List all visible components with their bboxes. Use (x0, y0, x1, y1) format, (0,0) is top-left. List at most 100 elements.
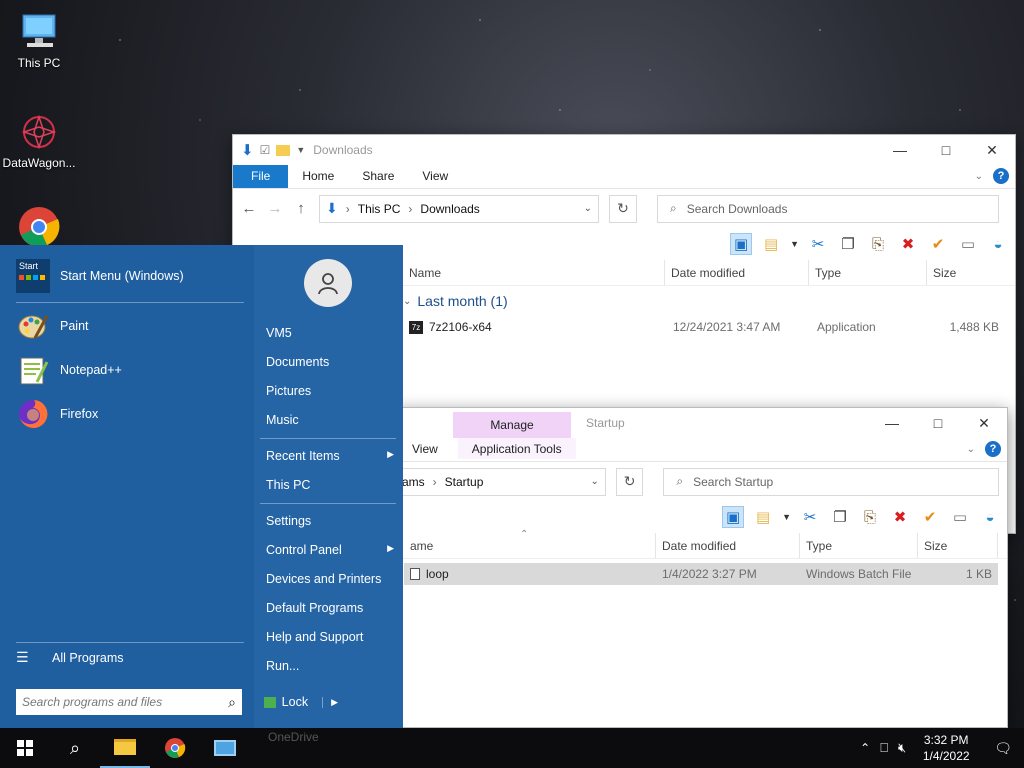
expand-ribbon-icon[interactable]: ⌄ (967, 444, 975, 455)
tab-file[interactable]: File (233, 165, 289, 188)
close-button[interactable]: ✕ (961, 408, 1007, 438)
taskbar-file-explorer[interactable] (100, 728, 150, 768)
refresh-button[interactable]: ↻ (609, 194, 637, 223)
start-menu-header[interactable]: Start Start Menu (Windows) (16, 259, 184, 293)
copy-icon[interactable]: ❐ (837, 233, 859, 255)
right-item-help-support[interactable]: Help and Support (266, 630, 394, 644)
right-item-documents[interactable]: Documents (266, 355, 394, 369)
rename-check-icon[interactable]: ✔ (927, 233, 949, 255)
start-button[interactable] (0, 728, 50, 768)
cut-icon[interactable]: ✂ (807, 233, 829, 255)
tab-manage[interactable]: Manage (453, 412, 571, 438)
chevron-down-icon[interactable]: ⌄ (584, 203, 592, 214)
pinned-item-notepadpp[interactable]: Notepad++ (16, 353, 122, 387)
taskbar-start-menu-app[interactable] (200, 728, 250, 768)
right-item-settings[interactable]: Settings (266, 514, 394, 528)
right-item-music[interactable]: Music (266, 413, 394, 427)
right-item-recent-items[interactable]: Recent Items ▶ (266, 449, 394, 463)
shell-icon[interactable]: ◒ (987, 233, 1009, 255)
open-folder-icon[interactable]: ▤ (752, 506, 774, 528)
lock-options-arrow-icon[interactable]: ▶ (322, 696, 338, 708)
dropdown-arrow-icon[interactable]: ▼ (782, 512, 791, 522)
taskbar-search-button[interactable]: ⌕ (50, 728, 100, 768)
column-type[interactable]: Type (809, 260, 927, 285)
right-item-this-pc[interactable]: This PC (266, 478, 394, 492)
back-arrow-icon[interactable]: ← (241, 200, 257, 217)
maximize-button[interactable]: □ (923, 135, 969, 165)
downloads-titlebar[interactable]: ⬇ ☑ ▼ Downloads — □ ✕ (233, 135, 1015, 165)
maximize-button[interactable]: □ (915, 408, 961, 438)
search-input[interactable]: ⌕ Search Startup (663, 467, 999, 496)
column-date-modified[interactable]: Date modified (656, 533, 800, 558)
right-item-vm5[interactable]: VM5 (266, 326, 394, 340)
expand-ribbon-icon[interactable]: ⌄ (975, 171, 983, 182)
help-icon[interactable]: ? (985, 441, 1001, 457)
right-item-control-panel[interactable]: Control Panel ▶ (266, 543, 394, 557)
tab-share[interactable]: Share (348, 165, 408, 188)
column-name[interactable]: ame (404, 533, 656, 558)
desktop-icon-datawagon[interactable]: DataWagon... (0, 110, 78, 170)
rename-check-icon[interactable]: ✔ (919, 506, 941, 528)
shell-icon[interactable]: ◒ (979, 506, 1001, 528)
delete-icon[interactable]: ✖ (889, 506, 911, 528)
desktop-icon-this-pc[interactable]: This PC (0, 10, 78, 70)
right-item-run[interactable]: Run... (266, 659, 394, 673)
address-bar[interactable]: ⬇ › This PC › Downloads ⌄ (319, 194, 599, 223)
network-icon[interactable]: ⎕ (880, 740, 888, 756)
paste-icon[interactable]: ⎘ (859, 506, 881, 528)
tab-view[interactable]: View (408, 165, 462, 188)
tab-view[interactable]: View (396, 438, 452, 461)
search-input[interactable]: ⌕ Search Downloads (657, 194, 999, 223)
quick-access-dropdown-icon[interactable]: ▼ (296, 145, 305, 155)
close-button[interactable]: ✕ (969, 135, 1015, 165)
paste-icon[interactable]: ⎘ (867, 233, 889, 255)
column-type[interactable]: Type (800, 533, 918, 558)
tab-application-tools[interactable]: Application Tools (457, 438, 576, 461)
notifications-icon[interactable]: 🗨︎ (994, 740, 1012, 757)
breadcrumb-root[interactable]: This PC (358, 202, 401, 216)
breadcrumb-folder[interactable]: Startup (445, 475, 484, 489)
volume-muted-icon[interactable]: 🔇︎ (898, 740, 906, 756)
properties-icon[interactable]: ☑ (260, 143, 271, 157)
column-name[interactable]: Name (403, 260, 665, 285)
dropdown-arrow-icon[interactable]: ▼ (790, 239, 799, 249)
start-menu[interactable]: Start Start Menu (Windows) Paint Notepad… (0, 245, 403, 728)
properties-card-icon[interactable]: ▭ (957, 233, 979, 255)
user-avatar[interactable] (304, 259, 352, 307)
startup-window[interactable]: Manage Startup — □ ✕ View Application To… (395, 407, 1008, 728)
start-search-input[interactable]: Search programs and files ⌕ (16, 689, 242, 715)
right-item-pictures[interactable]: Pictures (266, 384, 394, 398)
help-icon[interactable]: ? (993, 168, 1009, 184)
column-size[interactable]: Size (927, 260, 1003, 285)
cut-icon[interactable]: ✂ (799, 506, 821, 528)
preview-pane-icon[interactable]: ▣ (730, 233, 753, 255)
delete-icon[interactable]: ✖ (897, 233, 919, 255)
refresh-button[interactable]: ↻ (615, 467, 644, 496)
chevron-down-icon[interactable]: ⌄ (591, 476, 599, 487)
pinned-item-paint[interactable]: Paint (16, 309, 89, 343)
address-bar[interactable]: ams › Startup ⌄ (396, 467, 606, 496)
taskbar-chrome[interactable] (150, 728, 200, 768)
all-programs-button[interactable]: ☰ All Programs (16, 649, 124, 666)
right-item-default-programs[interactable]: Default Programs (266, 601, 394, 615)
minimize-button[interactable]: — (869, 408, 915, 438)
forward-arrow-icon[interactable]: → (267, 200, 283, 217)
column-size[interactable]: Size (918, 533, 998, 558)
copy-icon[interactable]: ❐ (829, 506, 851, 528)
startup-titlebar[interactable]: Manage Startup — □ ✕ (396, 408, 1007, 438)
open-folder-icon[interactable]: ▤ (760, 233, 782, 255)
up-arrow-icon[interactable]: ↑ (293, 200, 309, 217)
preview-pane-icon[interactable]: ▣ (722, 506, 745, 528)
properties-card-icon[interactable]: ▭ (949, 506, 971, 528)
breadcrumb-folder[interactable]: Downloads (420, 202, 479, 216)
tab-home[interactable]: Home (288, 165, 348, 188)
breadcrumb-parent[interactable]: ams (402, 475, 425, 489)
chevron-up-icon[interactable]: ⌃ (860, 741, 870, 755)
file-row-selected[interactable]: loop 1/4/2022 3:27 PM Windows Batch File… (404, 563, 998, 585)
new-folder-icon[interactable] (276, 144, 291, 156)
pinned-item-firefox[interactable]: Firefox (16, 397, 98, 431)
lock-button[interactable]: Lock ▶ (258, 689, 338, 715)
right-item-devices-printers[interactable]: Devices and Printers (266, 572, 394, 586)
clock[interactable]: 3:32 PM 1/4/2022 (916, 732, 976, 764)
column-date-modified[interactable]: Date modified (665, 260, 809, 285)
